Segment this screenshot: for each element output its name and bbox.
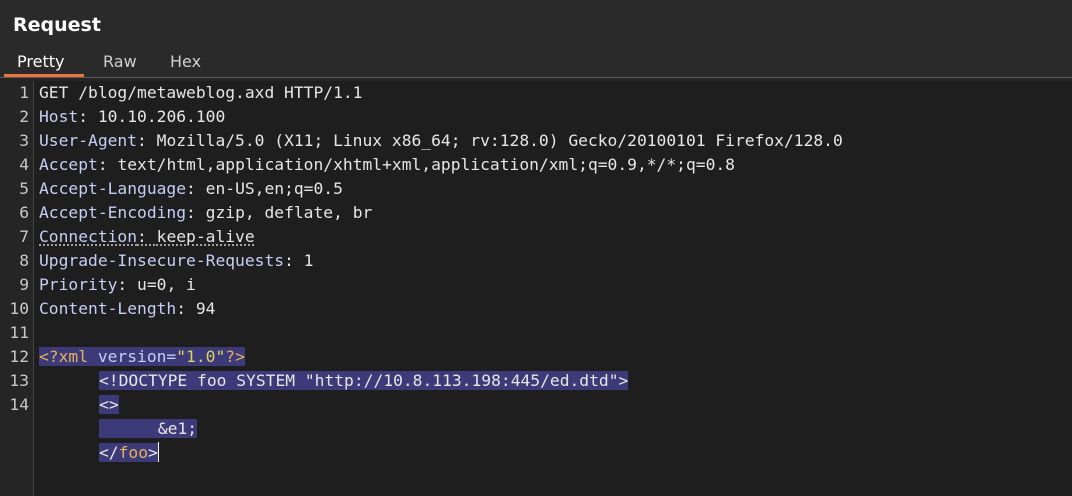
entity-ref: &e1; <box>157 419 198 438</box>
line-number: 1 <box>19 83 29 102</box>
line-number: 14 <box>9 395 29 414</box>
body-xml-declaration: <?xml version="1.0"?> <box>39 345 245 369</box>
header-value: 10.10.206.100 <box>97 107 226 126</box>
line-number: 9 <box>19 275 29 294</box>
header-value: text/html,application/xhtml+xml,applicat… <box>117 155 735 174</box>
foo-close-lt: </ <box>99 443 119 462</box>
body-entity: &e1; <box>99 417 198 441</box>
line-number: 12 <box>9 347 29 366</box>
doctype-text: <!DOCTYPE foo SYSTEM "http://10.8.113.19… <box>99 371 629 390</box>
foo-open-lt: < <box>99 395 109 414</box>
header-name: Accept-Language <box>39 179 187 198</box>
header-value: keep-alive <box>156 227 255 246</box>
line-number: 13 <box>9 371 29 390</box>
header-name: Connection <box>39 227 138 246</box>
panel-title: Request <box>13 14 101 36</box>
foo-close-name: foo <box>118 443 149 462</box>
body-doctype: <!DOCTYPE foo SYSTEM "http://10.8.113.19… <box>99 369 629 393</box>
line-number: 4 <box>19 155 29 174</box>
editor-scrollbar[interactable] <box>1062 81 1072 496</box>
body-foo-close: </foo> <box>99 441 159 465</box>
line-number: 6 <box>19 203 29 222</box>
line-number: 3 <box>19 131 29 150</box>
panel-header: Request <box>0 0 1072 50</box>
line-number: 10 <box>9 299 29 318</box>
header-line-user-agent: User-Agent: Mozilla/5.0 (X11; Linux x86_… <box>39 131 843 150</box>
header-line-accept-language: Accept-Language: en-US,en;q=0.5 <box>39 179 343 198</box>
foo-close-gt: > <box>148 443 158 462</box>
foo-open-gt: > <box>108 395 119 414</box>
body-foo-open: <> <box>99 393 119 417</box>
header-name: User-Agent <box>39 131 138 150</box>
line-number: 5 <box>19 179 29 198</box>
xml-decl-attr: version= <box>88 347 177 366</box>
tab-raw[interactable]: Raw <box>103 52 137 71</box>
header-value: en-US,en;q=0.5 <box>205 179 343 198</box>
header-value: gzip, deflate, br <box>205 203 373 222</box>
header-line-upgrade-insecure-requests: Upgrade-Insecure-Requests: 1 <box>39 251 314 270</box>
header-line-connection: Connection: keep-alive <box>39 227 255 246</box>
header-name: Accept <box>39 155 98 174</box>
xml-decl-close: ?> <box>225 347 245 366</box>
header-name: Priority <box>39 275 118 294</box>
header-value: Mozilla/5.0 (X11; Linux x86_64; rv:128.0… <box>156 131 843 150</box>
line-number: 8 <box>19 251 29 270</box>
header-name: Host <box>39 107 79 126</box>
header-value: 94 <box>195 299 216 318</box>
header-name: Content-Length <box>39 299 177 318</box>
header-value: 1 <box>303 251 314 270</box>
header-name: Upgrade-Insecure-Requests <box>39 251 285 270</box>
request-editor[interactable]: 1 2 3 4 5 6 7 8 9 10 11 12 13 14 GET /bl… <box>0 81 1072 496</box>
header-line-priority: Priority: u=0, i <box>39 275 196 294</box>
active-tab-indicator <box>4 74 84 77</box>
line-number: 7 <box>19 227 29 246</box>
header-line-accept-encoding: Accept-Encoding: gzip, deflate, br <box>39 203 373 222</box>
tab-pretty[interactable]: Pretty <box>17 52 64 71</box>
header-value: u=0, i <box>137 275 196 294</box>
line-number-gutter: 1 2 3 4 5 6 7 8 9 10 11 12 13 14 <box>0 81 34 496</box>
text-caret <box>157 442 159 462</box>
header-line-content-length: Content-Length: 94 <box>39 299 216 318</box>
header-line-accept: Accept: text/html,application/xhtml+xml,… <box>39 155 735 174</box>
line-number: 2 <box>19 107 29 126</box>
header-name: Accept-Encoding <box>39 203 187 222</box>
line-number: 11 <box>9 323 29 342</box>
request-line: GET /blog/metaweblog.axd HTTP/1.1 <box>39 83 363 102</box>
view-tabs: Pretty Raw Hex <box>0 50 1072 78</box>
xml-decl-open: <?xml <box>39 347 89 366</box>
tab-hex[interactable]: Hex <box>170 52 201 71</box>
xml-decl-version: "1.0" <box>176 347 226 366</box>
header-line-host: Host: 10.10.206.100 <box>39 107 226 126</box>
